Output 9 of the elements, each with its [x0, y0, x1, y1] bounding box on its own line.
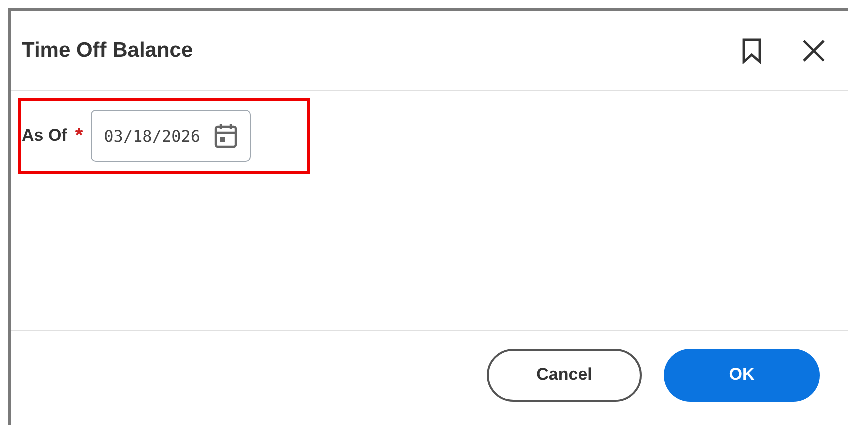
- cancel-button[interactable]: Cancel: [487, 348, 642, 402]
- field-label: As Of: [22, 126, 68, 146]
- date-field[interactable]: 03/18/2026: [91, 110, 252, 162]
- dialog-title: Time Off Balance: [22, 38, 194, 62]
- bookmark-icon: [740, 38, 764, 64]
- calendar-icon: [214, 123, 238, 149]
- close-icon: [802, 38, 826, 62]
- ok-button[interactable]: OK: [664, 348, 820, 402]
- required-mark: *: [75, 124, 84, 148]
